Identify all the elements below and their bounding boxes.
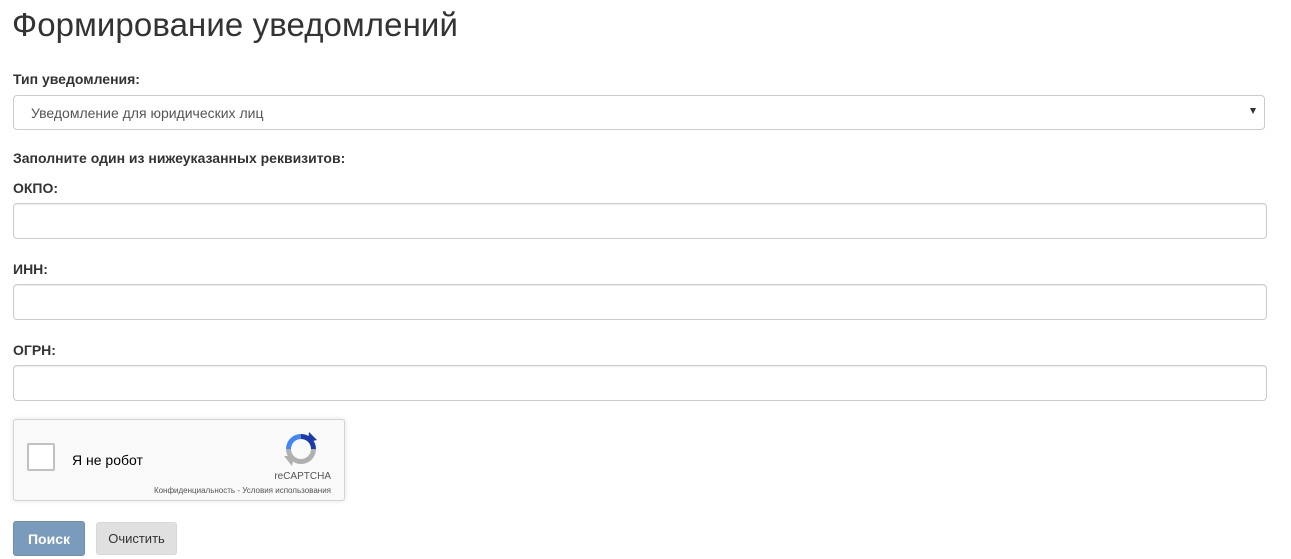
clear-button[interactable]: Очистить [96, 522, 177, 555]
ogrn-input[interactable] [13, 365, 1267, 401]
inn-label: ИНН: [13, 261, 48, 277]
notification-type-selected-value: Уведомление для юридических лиц [31, 105, 264, 121]
recaptcha-widget: Я не робот reCAPTCHA Конфиденциальность … [13, 419, 345, 501]
okpo-input[interactable] [13, 203, 1267, 239]
recaptcha-checkbox[interactable] [27, 443, 55, 471]
recaptcha-terms-link[interactable]: Условия использования [242, 486, 331, 495]
notification-type-select[interactable]: Уведомление для юридических лиц [13, 95, 1265, 130]
recaptcha-brand: reCAPTCHA [274, 471, 331, 482]
search-button[interactable]: Поиск [13, 521, 85, 556]
recaptcha-links: Конфиденциальность - Условия использован… [154, 486, 331, 495]
recaptcha-privacy-link[interactable]: Конфиденциальность [154, 486, 235, 495]
caret-down-icon [1250, 108, 1256, 114]
notification-type-label: Тип уведомления: [13, 71, 140, 87]
ogrn-label: ОГРН: [13, 342, 56, 358]
okpo-label: ОКПО: [13, 180, 59, 196]
inn-input[interactable] [13, 284, 1267, 320]
page-title: Формирование уведомлений [12, 6, 458, 43]
recaptcha-logo-icon [284, 432, 317, 466]
requisites-instruction: Заполните один из нижеуказанных реквизит… [13, 150, 346, 166]
recaptcha-checkbox-label: Я не робот [72, 452, 143, 468]
